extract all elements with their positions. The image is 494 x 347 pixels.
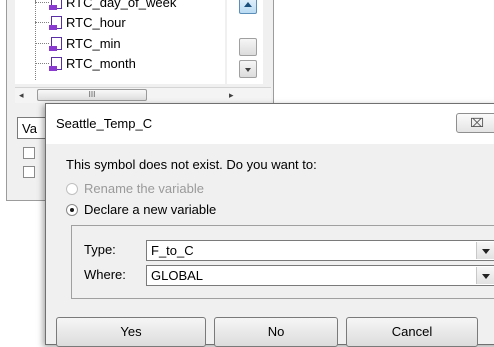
variable-tree[interactable]: RTC_day_of_week RTC_hour RTC_min RTC_mon… bbox=[15, 0, 225, 84]
option-checkbox[interactable] bbox=[23, 166, 35, 178]
scroll-thumb[interactable] bbox=[239, 38, 257, 56]
horizontal-scroll-thumb[interactable]: III bbox=[37, 89, 147, 101]
type-label: Type: bbox=[84, 242, 116, 257]
tree-item-rtc-hour[interactable]: RTC_hour bbox=[35, 12, 126, 32]
scroll-left-arrow-icon[interactable]: ◂ bbox=[19, 90, 24, 101]
close-button[interactable]: ⌧ bbox=[456, 113, 494, 133]
yes-button[interactable]: Yes bbox=[56, 317, 206, 347]
variable-doc-icon bbox=[49, 56, 62, 71]
no-button[interactable]: No bbox=[214, 317, 338, 347]
tree-item-rtc-day-of-week[interactable]: RTC_day_of_week bbox=[35, 0, 176, 12]
undefined-symbol-dialog: Seattle_Temp_C ⌧ This symbol does not ex… bbox=[45, 103, 494, 347]
declaration-group: Type: F_to_C Where: GLOBAL bbox=[71, 225, 494, 299]
chevron-down-icon[interactable] bbox=[476, 267, 494, 284]
radio-button[interactable] bbox=[66, 182, 78, 195]
tree-horizontal-scrollbar[interactable]: ◂ III ▸ bbox=[15, 87, 271, 103]
dialog-message: This symbol does not exist. Do you want … bbox=[66, 157, 317, 172]
scroll-right-arrow-icon[interactable]: ▸ bbox=[229, 90, 234, 101]
type-value: F_to_C bbox=[151, 243, 194, 258]
type-combobox[interactable]: F_to_C bbox=[146, 240, 494, 261]
option-checkbox[interactable] bbox=[23, 147, 35, 159]
radio-button[interactable] bbox=[66, 203, 78, 216]
tree-item-label: RTC_day_of_week bbox=[66, 0, 177, 10]
variable-doc-icon bbox=[49, 0, 62, 10]
tree-item-label: RTC_min bbox=[66, 35, 121, 51]
tree-item-label: RTC_month bbox=[66, 55, 136, 71]
close-icon: ⌧ bbox=[470, 116, 484, 130]
scroll-down-arrow-icon[interactable] bbox=[239, 60, 257, 78]
radio-rename-variable[interactable]: Rename the variable bbox=[66, 181, 204, 196]
chevron-down-icon[interactable] bbox=[476, 242, 494, 259]
where-value: GLOBAL bbox=[151, 268, 204, 283]
radio-label: Declare a new variable bbox=[84, 202, 217, 217]
variable-doc-icon bbox=[49, 36, 62, 51]
tree-item-label: RTC_hour bbox=[66, 14, 126, 30]
tree-vertical-scrollbar[interactable] bbox=[227, 0, 263, 84]
radio-declare-variable[interactable]: Declare a new variable bbox=[66, 202, 216, 217]
scroll-thumb-grip: III bbox=[88, 90, 96, 99]
radio-label: Rename the variable bbox=[84, 181, 204, 196]
value-field-text: Va bbox=[22, 121, 37, 136]
variable-doc-icon bbox=[49, 15, 62, 30]
where-label: Where: bbox=[84, 267, 126, 282]
tree-item-rtc-min[interactable]: RTC_min bbox=[35, 33, 121, 53]
where-combobox[interactable]: GLOBAL bbox=[146, 265, 494, 286]
dialog-titlebar[interactable]: Seattle_Temp_C ⌧ bbox=[46, 104, 494, 144]
cancel-button[interactable]: Cancel bbox=[346, 317, 478, 347]
tree-item-rtc-month[interactable]: RTC_month bbox=[35, 53, 136, 73]
dialog-title: Seattle_Temp_C bbox=[56, 116, 153, 131]
scroll-up-arrow-icon[interactable] bbox=[239, 0, 257, 14]
